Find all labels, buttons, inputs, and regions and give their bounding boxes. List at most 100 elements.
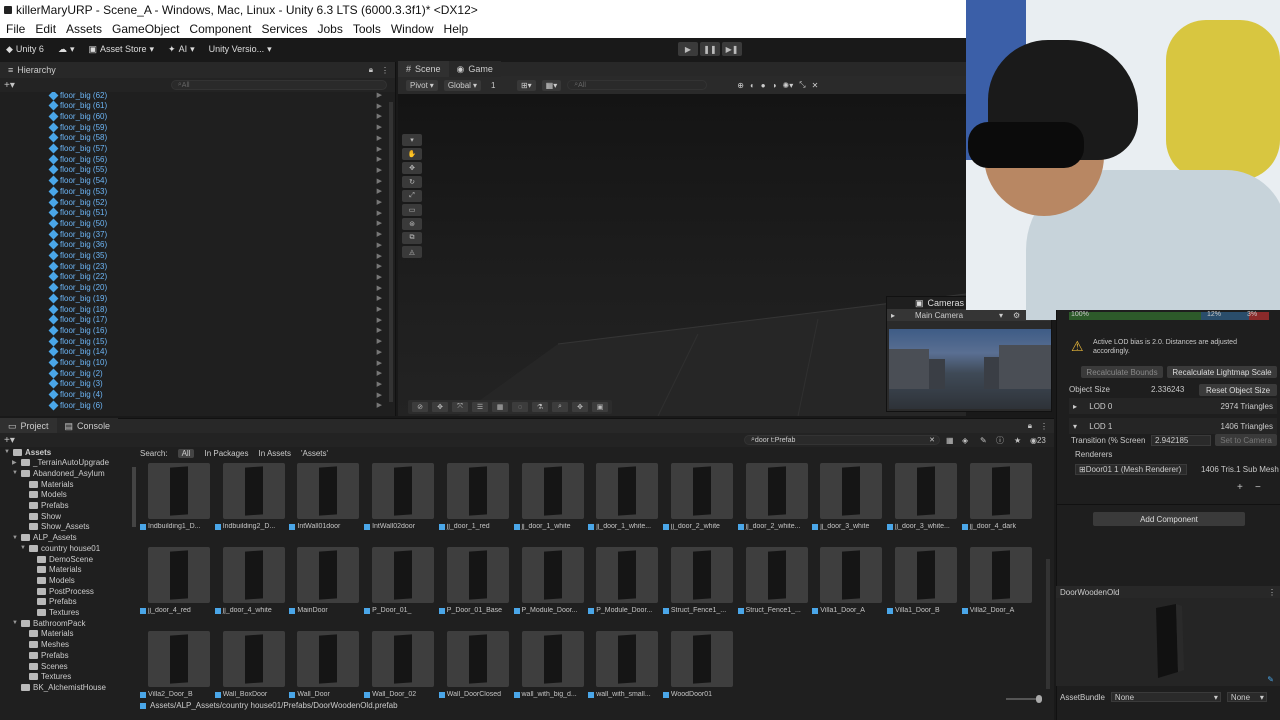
asset-tile[interactable]: wall_with_small... xyxy=(588,631,659,713)
asset-tile[interactable]: Indbuilding2_D... xyxy=(214,463,285,545)
hierarchy-item[interactable]: floor_big (22) ▶ xyxy=(48,271,390,282)
lod1-row[interactable]: ▾ LOD 1 1406 Triangles xyxy=(1069,418,1277,434)
add-icon[interactable]: +▾ xyxy=(4,80,15,91)
overlay-icon-5[interactable]: ▦ xyxy=(492,402,508,412)
asset-tile[interactable]: jj_door_1_white... xyxy=(588,463,659,545)
folder-tree-item[interactable]: ▼ Abandoned_Asylum xyxy=(12,468,105,478)
chevron-right-icon[interactable]: ▶ xyxy=(377,166,382,174)
shading-wire-icon[interactable]: ◐ xyxy=(750,81,755,90)
menu-tools[interactable]: Tools xyxy=(353,22,381,36)
chevron-right-icon[interactable]: ▶ xyxy=(377,241,382,249)
menu-assets[interactable]: Assets xyxy=(66,22,102,36)
asset-tile[interactable]: Struct_Fence1_... xyxy=(737,547,808,629)
menu-edit[interactable]: Edit xyxy=(35,22,56,36)
chevron-right-icon[interactable]: ▶ xyxy=(377,198,382,206)
chevron-right-icon[interactable]: ▶ xyxy=(377,145,382,153)
hierarchy-item[interactable]: floor_big (51) ▶ xyxy=(48,207,390,218)
hierarchy-item[interactable]: floor_big (61) ▶ xyxy=(48,100,390,111)
assetbundle-variant-dropdown[interactable]: None ▾ xyxy=(1226,692,1267,702)
chevron-right-icon[interactable]: ▶ xyxy=(377,134,382,142)
folder-tree-item[interactable]: ▶ _TerrainAutoUpgrade xyxy=(12,458,109,468)
asset-tile[interactable]: jj_door_3_white... xyxy=(887,463,957,545)
hierarchy-item[interactable]: floor_big (2) ▶ xyxy=(48,368,390,379)
version-control-button[interactable]: Unity Versio... ▾ xyxy=(209,44,272,55)
hierarchy-item[interactable]: floor_big (14) ▶ xyxy=(48,346,390,357)
asset-tile[interactable]: IntWall02door xyxy=(364,463,435,545)
folder-tree-item[interactable]: Models xyxy=(20,490,67,500)
scope-in-assets[interactable]: In Assets xyxy=(259,449,291,458)
menu-gameobject[interactable]: GameObject xyxy=(112,22,179,36)
asset-tile[interactable]: jj_door_1_red xyxy=(438,463,509,545)
gizmo-icon[interactable]: ⊕ xyxy=(737,81,744,90)
folder-tree-item[interactable]: Meshes xyxy=(20,640,69,650)
chevron-right-icon[interactable]: ▶ xyxy=(377,219,382,227)
folder-tree-item[interactable]: ▼ country house01 xyxy=(20,543,100,553)
chevron-down-icon[interactable]: ▼ xyxy=(20,545,26,551)
folder-tree-item[interactable]: ▼ BathroomPack xyxy=(12,618,85,628)
overlay-icon-2[interactable]: ✥ xyxy=(432,402,448,412)
folder-tree-item[interactable]: Materials xyxy=(20,629,73,639)
overlay-icon-9[interactable]: ✥ xyxy=(572,402,588,412)
asset-tile[interactable]: P_Door_01_Base xyxy=(438,547,509,629)
chevron-down-icon[interactable]: ▼ xyxy=(4,449,10,455)
renderer-item[interactable]: ⊞ Door01 1 (Mesh Renderer) xyxy=(1075,464,1187,475)
slider-thumb[interactable] xyxy=(1036,695,1042,703)
hierarchy-item[interactable]: floor_big (37) ▶ xyxy=(48,229,390,240)
lighting-icon[interactable]: ✺▾ xyxy=(782,81,793,90)
shading-shaded-icon[interactable]: ◑ xyxy=(772,81,777,90)
asset-tile[interactable]: Villa1_Door_B xyxy=(887,547,957,629)
lock-icon[interactable]: 🔒︎ xyxy=(369,65,373,75)
menu-help[interactable]: Help xyxy=(444,22,469,36)
menu-component[interactable]: Component xyxy=(189,22,251,36)
tab-console[interactable]: ▤ Console xyxy=(56,418,119,434)
chevron-right-icon[interactable]: ▶ xyxy=(377,187,382,195)
chevron-right-icon[interactable]: ▶ xyxy=(377,252,382,260)
chevron-right-icon[interactable]: ▶ xyxy=(377,123,382,131)
hierarchy-item[interactable]: floor_big (20) ▶ xyxy=(48,282,390,293)
grid-visibility-button[interactable]: ▦▾ xyxy=(541,79,562,91)
overlay-icon-8[interactable]: ⌕ xyxy=(552,402,568,412)
chevron-right-icon[interactable]: ▶ xyxy=(377,102,382,110)
asset-tile[interactable]: jj_door_2_white xyxy=(662,463,733,545)
folder-tree-item[interactable]: Textures xyxy=(28,608,79,618)
hierarchy-item[interactable]: floor_big (59) ▶ xyxy=(48,122,390,133)
asset-tile[interactable]: jj_door_3_white xyxy=(812,463,883,545)
probe-tool-icon[interactable]: ◬ xyxy=(402,246,422,258)
hierarchy-item[interactable]: floor_big (55) ▶ xyxy=(48,164,390,175)
hierarchy-item[interactable]: floor_big (36) ▶ xyxy=(48,239,390,250)
folder-tree-item[interactable]: ▼ Assets xyxy=(4,447,51,457)
hierarchy-item[interactable]: floor_big (54) ▶ xyxy=(48,175,390,186)
chevron-right-icon[interactable]: ▶ xyxy=(377,316,382,324)
chevron-right-icon[interactable]: ▶ xyxy=(377,284,382,292)
clear-search-icon[interactable]: ✕ xyxy=(929,436,935,444)
tab-scene[interactable]: # Scene xyxy=(398,61,449,77)
thumbnail-size-slider[interactable] xyxy=(1006,695,1042,703)
ai-button[interactable]: ✦ AI ▾ xyxy=(168,44,195,55)
folder-tree-item[interactable]: Scenes xyxy=(20,661,68,671)
overlay-icon-7[interactable]: ⚗ xyxy=(532,402,548,412)
folder-tree-item[interactable]: BK_AlchemistHouse xyxy=(12,682,106,692)
info-icon[interactable]: ⓘ xyxy=(996,435,1004,446)
hierarchy-item[interactable]: floor_big (60) ▶ xyxy=(48,111,390,122)
lod-bar[interactable] xyxy=(1069,312,1269,320)
chevron-down-icon[interactable]: ▼ xyxy=(12,535,18,541)
scope-assets-folder[interactable]: 'Assets' xyxy=(301,449,328,458)
snap-value-field[interactable]: 1 xyxy=(486,79,511,91)
chevron-right-icon[interactable]: ▶ xyxy=(377,348,382,356)
scene-viewport[interactable]: ▾ ✋ ✥ ↻ ⤢ ▭ ⊛ ⧉ ◬ ⊘ ✥ ⤧ ☰ ▦ ◌ ⚗ ⌕ ✥ ▣ xyxy=(398,94,966,416)
menu-services[interactable]: Services xyxy=(261,22,307,36)
menu-window[interactable]: Window xyxy=(391,22,434,36)
reset-object-size-button[interactable]: Reset Object Size xyxy=(1199,384,1277,396)
chevron-right-icon[interactable]: ▶ xyxy=(377,209,382,217)
hierarchy-item[interactable]: floor_big (4) ▶ xyxy=(48,389,390,400)
label-filter-icon[interactable]: ◈ xyxy=(962,436,968,445)
recalculate-lightmap-button[interactable]: Recalculate Lightmap Scale xyxy=(1167,366,1277,378)
folder-tree-item[interactable]: Show_Assets xyxy=(20,522,89,532)
asset-store-button[interactable]: ▣ Asset Store ▾ xyxy=(88,44,154,55)
scope-all[interactable]: All xyxy=(177,449,195,458)
favorite-icon[interactable]: ★ xyxy=(1014,436,1021,445)
chevron-down-icon[interactable]: ▼ xyxy=(12,470,18,476)
custom-tool-icon[interactable]: ⧉ xyxy=(402,232,422,244)
play-button[interactable]: ▶ xyxy=(678,42,698,56)
asset-tile[interactable]: P_Door_01_ xyxy=(364,547,435,629)
